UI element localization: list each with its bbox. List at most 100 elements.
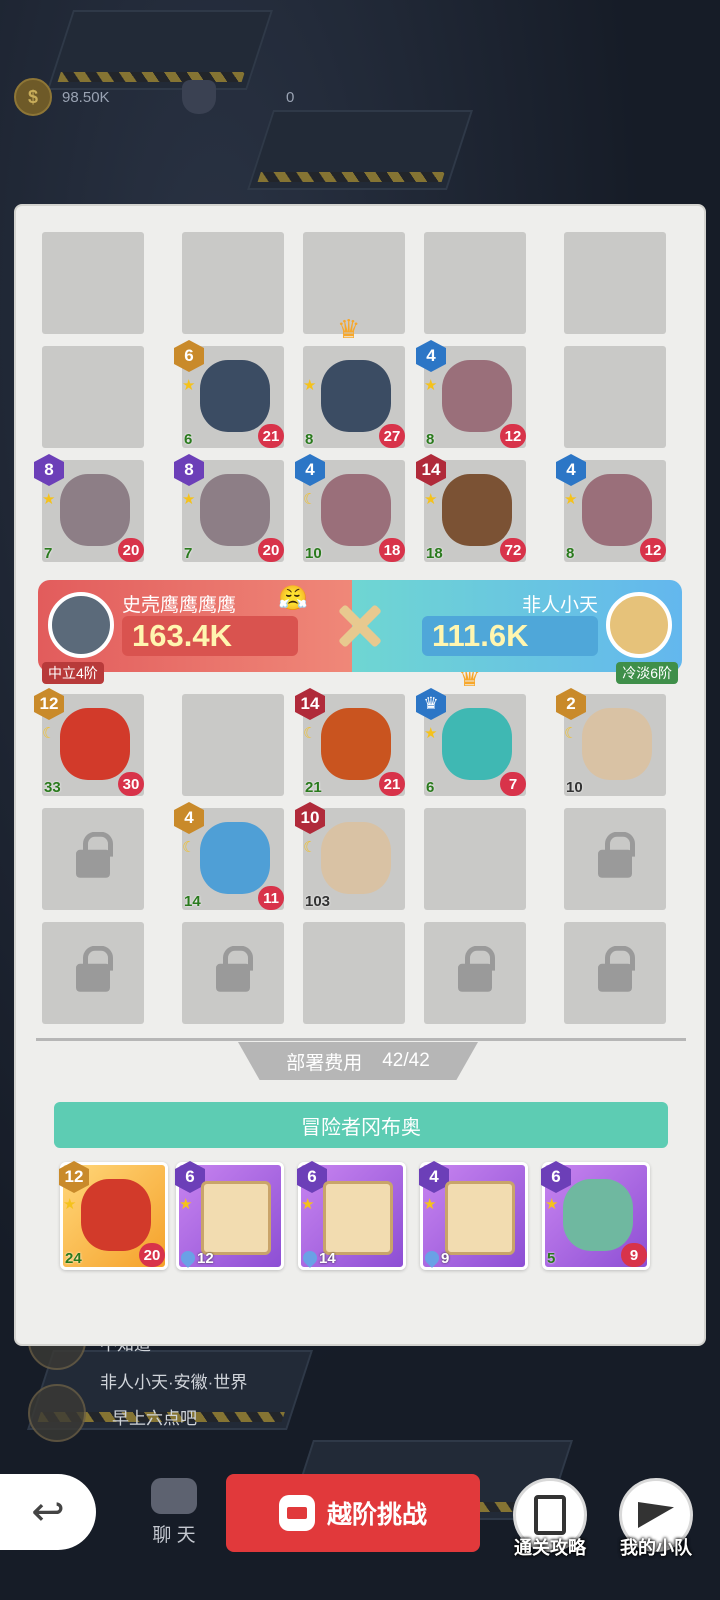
moon-icon: ☾ [564,725,578,742]
demon-icon [278,1495,315,1531]
chat-message: 早上六点吧 [112,1409,197,1428]
locked-slot[interactable] [564,922,666,1024]
unit-slot[interactable]: 6 ★ 6 21 [174,340,284,448]
level-badge: 4 [416,340,446,372]
star-icon: ★ [423,1196,437,1213]
moon-icon: ☾ [303,839,317,856]
empty-slot[interactable] [424,232,526,334]
locked-slot[interactable] [424,922,526,1024]
empty-slot[interactable] [182,694,284,796]
star-icon: ★ [182,491,196,508]
moon-icon: ☾ [42,725,56,742]
fire-demon-icon [81,1179,151,1251]
crossed-swords-icon [339,605,381,647]
star-icon: ★ [301,1196,315,1213]
empty-slot[interactable] [424,808,526,910]
empty-slot[interactable] [564,346,666,448]
back-arrow-icon: ↩ [31,1490,65,1534]
player-avatar[interactable] [48,592,114,658]
guide-button[interactable]: 通关攻略 [508,1478,592,1560]
challenge-button[interactable]: 越阶挑战 [226,1474,480,1552]
unit-slot[interactable]: 10 ☾ 103 [295,802,405,910]
werewolf-icon [442,360,512,432]
deploy-cost-label: 部署费用 [286,1052,363,1074]
empty-slot[interactable] [564,232,666,334]
shield-icon [182,80,216,114]
level-badge: 6 [541,1161,571,1193]
charge-value: 103 [305,893,331,910]
locked-slot[interactable] [42,808,144,910]
health-value: 72 [500,538,526,562]
chat-avatar[interactable] [28,1384,86,1442]
heart-rune-scroll-icon [323,1181,393,1255]
unit-slot[interactable]: 12 ☾ 33 30 [34,688,144,796]
unit-slot[interactable]: 4 ★ 8 12 [556,454,666,562]
star-icon: ★ [63,1196,77,1213]
level-badge: 8 [34,454,64,486]
health-value: 9 [621,1243,647,1267]
unit-slot[interactable]: 8 ★ 7 20 [174,454,284,562]
hand-card[interactable]: 4 ★ 9 [419,1161,528,1270]
guide-button-label: 通关攻略 [514,1538,586,1558]
hand-card[interactable]: 6 ★ 12 [175,1161,284,1270]
star-icon: ★ [424,491,438,508]
attack-value: 6 [426,779,435,796]
empty-slot[interactable] [303,922,405,1024]
hand-card[interactable]: 6 ★ 5 9 [541,1161,650,1270]
teal-slime-icon [442,708,512,780]
adventurer-name-bar[interactable]: 冒险者冈布奥 [54,1102,668,1148]
fire-rune-scroll-icon [445,1181,515,1255]
moon-icon: ☾ [303,725,317,742]
attack-value: 7 [44,545,53,562]
star-icon: ★ [182,377,196,394]
star-icon: ★ [424,725,438,742]
mammoth-shield-icon [200,474,270,546]
mushroom-rune-icon [321,822,391,894]
unit-slot[interactable]: 14 ★ 18 72 [416,454,526,562]
coin-icon: $ [14,78,52,116]
health-value: 21 [258,424,284,448]
team-button[interactable]: 我的小队 [614,1478,698,1560]
tiger-boss-icon [442,474,512,546]
health-value: 20 [118,538,144,562]
unit-slot[interactable]: ★ 8 27 ♛ [303,314,405,448]
unit-slot[interactable]: 4 ☾ 14 11 [174,802,284,910]
unit-slot[interactable]: ♛ ★ 6 7 ♛ [416,662,526,796]
locked-slot[interactable] [182,922,284,1024]
unit-slot[interactable]: 4 ☾ 10 18 [295,454,405,562]
resource-bar: $ 98.50K 0 [14,78,336,116]
level-badge: 14 [295,688,325,720]
level-badge: 8 [174,454,204,486]
empty-slot[interactable] [182,232,284,334]
level-badge: 4 [174,802,204,834]
empty-slot[interactable] [42,346,144,448]
unit-slot[interactable]: 14 ☾ 21 21 [295,688,405,796]
chat-button-label: 聊 天 [152,1525,196,1546]
locked-slot[interactable] [564,808,666,910]
hand-card[interactable]: 6 ★ 14 [297,1161,406,1270]
unit-slot[interactable]: 8 ★ 7 20 [34,454,144,562]
chat-icon [151,1478,197,1514]
team-button-label: 我的小队 [620,1538,692,1558]
empty-slot[interactable] [42,232,144,334]
level-badge: 4 [556,454,586,486]
opponent-rank: 冷淡6阶 [616,662,678,684]
opponent-avatar[interactable] [606,592,672,658]
lock-icon [76,945,113,996]
player-name: 史壳鹰鹰鹰鹰 [122,595,237,616]
opponent-name: 非人小天 [521,595,598,616]
attack-value: 33 [44,779,61,796]
shield-amount: 0 [286,88,295,106]
battle-panel: 6 ★ 6 21 ★ 8 27 ♛ 4 ★ 8 12 8 ★ 7 20 8 ★ 7 20 4 ☾ 10 18 14 ★ 18 72 4 ★… [14,204,706,1346]
attack-value: 7 [184,545,193,562]
unit-slot[interactable]: 2 ☾ 10 [556,688,666,796]
attack-value: 8 [426,431,435,448]
angel-slime-icon [563,1179,633,1251]
hand-card[interactable]: 12 ★ 24 20 [59,1161,168,1270]
back-button[interactable]: ↩ [0,1474,96,1550]
unit-slot[interactable]: 4 ★ 8 12 [416,340,526,448]
card-count: 9 [441,1250,450,1267]
chat-button[interactable]: 聊 天 [144,1478,204,1547]
level-badge: 14 [416,454,446,486]
locked-slot[interactable] [42,922,144,1024]
